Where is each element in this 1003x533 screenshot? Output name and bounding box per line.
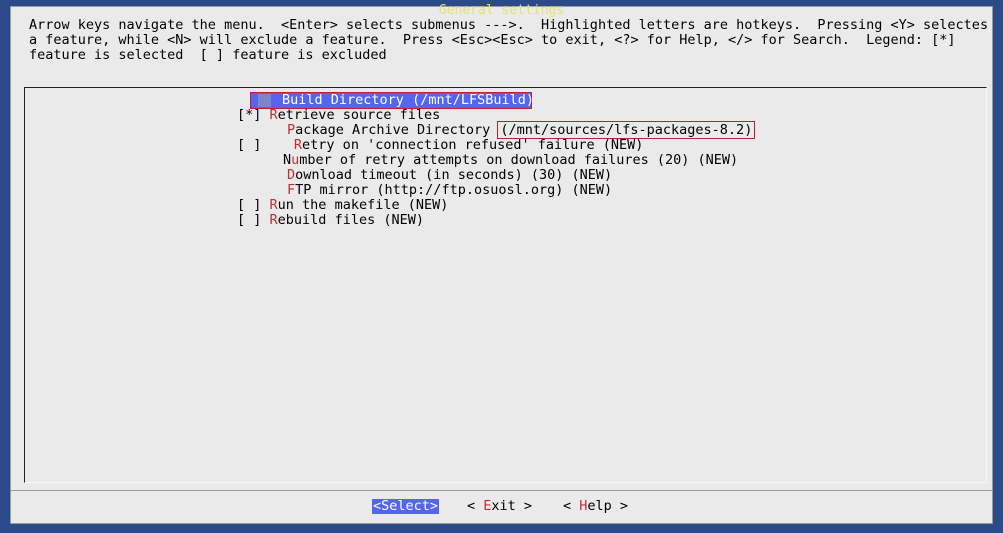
menu-item-run-makefile[interactable]: [ ] Run the makefile (NEW)	[237, 198, 448, 213]
checkbox-unchecked[interactable]: [ ]	[237, 137, 261, 153]
exit-button[interactable]: < Exit >	[467, 499, 532, 514]
menu-item-label: Build Directory	[282, 92, 404, 108]
help-button[interactable]: < Help >	[563, 499, 628, 514]
menu-item-package-archive-directory[interactable]: Package Archive Directory (/mnt/sources/…	[287, 121, 756, 139]
menu-item-label: un the makefile (NEW)	[277, 197, 449, 213]
select-button[interactable]: <Select>	[372, 499, 440, 514]
hotkey-letter: D	[287, 167, 296, 183]
checkbox-unchecked[interactable]: [ ]	[237, 197, 261, 213]
window-title: General settings	[438, 3, 565, 18]
menu-item-rebuild-files[interactable]: [ ] Rebuild files (NEW)	[237, 213, 424, 228]
checkbox-unchecked[interactable]: [ ]	[237, 212, 261, 228]
menu-item-label: etrieve source files	[277, 107, 441, 123]
help-line: feature is selected [ ] feature is exclu…	[29, 47, 387, 63]
hotkey-letter: R	[293, 137, 303, 153]
hotkey-letter: F	[287, 182, 296, 198]
menu-item-label: ebuild files (NEW)	[277, 212, 424, 228]
hotkey-letter: R	[269, 212, 278, 228]
hotkey-letter: P	[287, 122, 296, 138]
menu-list: Build Directory (/mnt/LFSBuild) [*] Retr…	[24, 87, 987, 483]
button-bar: <Select> < Exit > < Help >	[11, 490, 992, 521]
help-text: Arrow keys navigate the menu. <Enter> se…	[29, 18, 989, 63]
menu-item-ftp-mirror[interactable]: FTP mirror (http://ftp.osuosl.org) (NEW)	[287, 183, 612, 198]
checkbox-checked[interactable]: [*]	[237, 107, 261, 123]
menu-item-value: (/mnt/sources/lfs-packages-8.2)	[497, 121, 756, 139]
menu-item-retry-attempts[interactable]: Number of retry attempts on download fai…	[283, 153, 738, 168]
menu-item-label: etry on 'connection refused' failure (NE…	[302, 137, 644, 153]
help-line: a feature, while <N> will exclude a feat…	[29, 32, 956, 48]
hotkey-letter: R	[269, 197, 278, 213]
menu-item-download-timeout[interactable]: Download timeout (in seconds) (30) (NEW)	[287, 168, 612, 183]
help-line: Arrow keys navigate the menu. <Enter> se…	[29, 17, 989, 33]
menuconfig-window: General settings Arrow keys navigate the…	[10, 3, 993, 524]
menu-item-retrieve-source-files[interactable]: [*] Retrieve source files	[237, 108, 440, 123]
menu-item-build-directory[interactable]: Build Directory (/mnt/LFSBuild)	[25, 92, 986, 109]
menu-item-label: TP mirror (http://ftp.osuosl.org) (NEW)	[295, 182, 613, 198]
cursor-block	[258, 94, 271, 107]
menu-item-label: ackage Archive Directory	[295, 122, 491, 138]
menu-item-value: (/mnt/LFSBuild)	[412, 92, 534, 108]
menu-item-retry-connection-refused[interactable]: [ ] Retry on 'connection refused' failur…	[237, 138, 643, 153]
menu-item-label-start: N	[283, 152, 292, 168]
hotkey-letter: R	[269, 107, 278, 123]
menu-item-label: mber of retry attempts on download failu…	[299, 152, 739, 168]
menu-item-label: ownload timeout (in seconds) (30) (NEW)	[295, 167, 613, 183]
